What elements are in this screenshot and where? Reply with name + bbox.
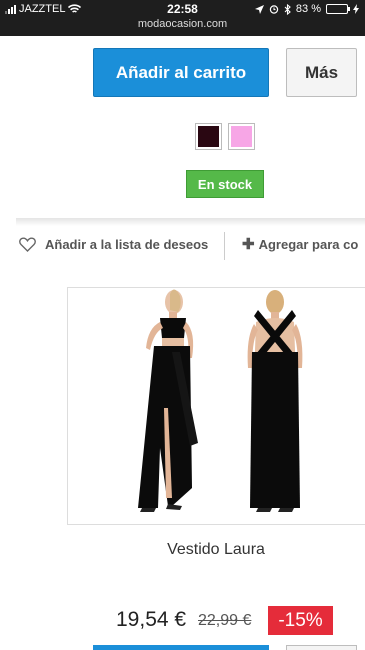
add-to-cart-button[interactable]: Añadir al carrito [93,48,269,97]
add-to-wishlist-link[interactable]: Añadir a la lista de deseos [19,237,208,252]
add-to-compare-link[interactable]: ✚ Agregar para co [242,237,358,252]
more-button[interactable]: Más [286,48,357,97]
back-view-model [247,290,303,512]
color-swatch-black[interactable] [195,123,222,150]
battery-percent: 83 % [295,3,321,15]
charging-icon [353,4,359,14]
swatch-color-fill [231,126,252,147]
color-swatch-pink[interactable] [228,123,255,150]
alarm-icon [269,5,279,14]
discount-badge: -15% [268,606,333,635]
more-button-next[interactable] [286,645,357,650]
add-to-cart-button-next[interactable] [93,645,269,650]
compare-label: Agregar para co [258,237,359,252]
battery-icon [326,4,350,14]
plus-icon: ✚ [242,236,255,253]
product-name[interactable]: Vestido Laura [67,541,365,559]
front-view-model [138,289,198,512]
divider [224,232,225,260]
status-right: 83 % [254,3,359,15]
section-divider [16,218,365,226]
current-price: 19,54 € [116,608,187,631]
status-bar: JAZZTEL 22:58 modaocasion.com 83 % [0,0,365,36]
location-icon [254,4,264,14]
wishlist-label: Añadir a la lista de deseos [45,237,209,252]
page-url[interactable]: modaocasion.com [0,18,365,30]
stock-badge: En stock [186,170,264,198]
swatch-color-fill [198,126,219,147]
heart-icon [19,237,36,252]
dress-photo [138,289,303,512]
old-price: 22,99 € [198,612,252,629]
product-image[interactable] [67,287,365,525]
product-actions: Añadir a la lista de deseos ✚ Agregar pa… [16,232,365,260]
bluetooth-icon [284,3,291,15]
